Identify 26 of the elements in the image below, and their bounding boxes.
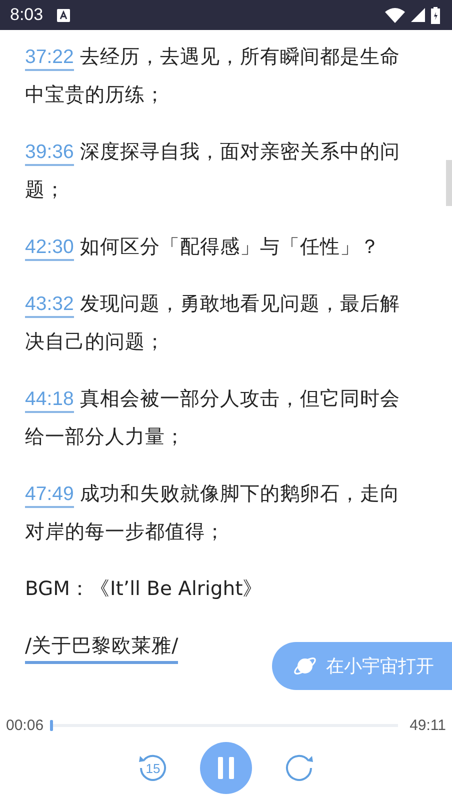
chapter-text: 39:36 深度探寻自我，面对亲密关系中的问题； [25, 139, 401, 203]
chapter-text: 37:22 去经历，去遇见，所有瞬间都是生命中宝贵的历练； [25, 44, 401, 108]
chapter-text: 42:30 如何区分「配得感」与「任性」？ [25, 228, 402, 266]
section-heading: /关于巴黎欧莱雅/ [25, 631, 178, 664]
timestamp-link[interactable]: 44:18 [25, 388, 74, 413]
battery-icon [431, 6, 440, 24]
rewind-button[interactable]: 15 [136, 751, 170, 785]
duration-time: 49:11 [410, 717, 446, 734]
timestamp-link[interactable]: 37:22 [25, 46, 74, 71]
timestamp-link[interactable]: 39:36 [25, 141, 74, 166]
elapsed-time: 00:06 [6, 717, 44, 734]
music-credit: BGM：《It’ll Be Alright》 [25, 576, 264, 602]
timestamp-link[interactable]: 42:30 [25, 236, 74, 261]
chapter-text: 43:32 发现问题，勇敢地看见问题，最后解决自己的问题； [25, 291, 401, 355]
signal-icon [411, 8, 425, 22]
timestamp-link[interactable]: 43:32 [25, 293, 74, 318]
scrollbar[interactable] [446, 160, 452, 206]
wifi-icon [385, 8, 405, 22]
chapter-text: 44:18 真相会被一部分人攻击，但它同时会给一部分人力量； [25, 386, 401, 450]
keyboard-icon [57, 8, 70, 22]
open-app-button[interactable]: 在小宇宙打开 [272, 642, 452, 690]
pause-button[interactable] [200, 742, 252, 794]
status-time: 8:03 [10, 5, 44, 25]
chapter-text: 47:49 成功和失败就像脚下的鹅卵石，走向对岸的每一步都值得； [25, 481, 401, 545]
pause-icon [216, 757, 236, 779]
timestamp-link[interactable]: 47:49 [25, 483, 74, 508]
